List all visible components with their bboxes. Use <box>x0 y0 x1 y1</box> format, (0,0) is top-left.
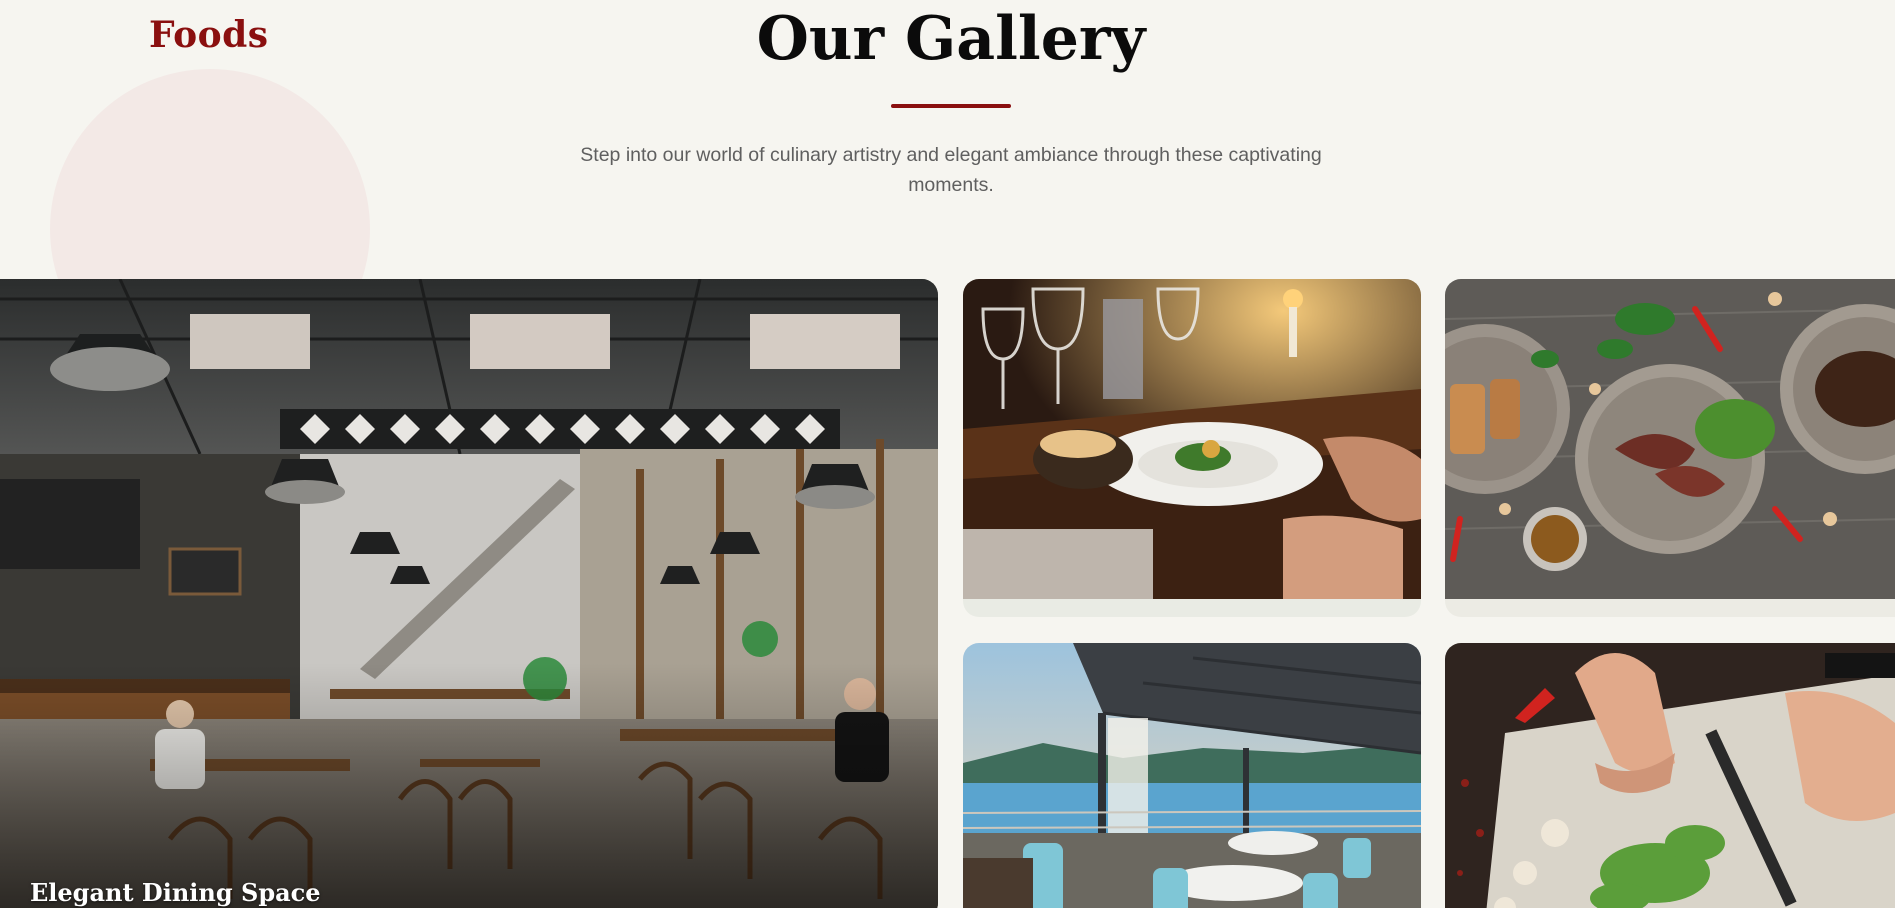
title-underline <box>891 104 1011 108</box>
page-subtitle: Step into our world of culinary artistry… <box>580 144 1322 196</box>
fine-dining-image <box>963 279 1421 599</box>
gallery-item-fine-dining[interactable] <box>963 279 1421 617</box>
restaurant-interior-image <box>0 279 938 908</box>
plated-dishes-image <box>1445 279 1895 599</box>
lakeside-terrace-image <box>963 643 1421 908</box>
gallery-item-plated-dishes[interactable] <box>1445 279 1895 617</box>
gallery-page: Foods Our Gallery Step into our world of… <box>0 0 1895 908</box>
gallery-caption: Elegant Dining Space <box>30 878 321 907</box>
chef-chopping-image <box>1445 643 1895 908</box>
gallery-item-chef-chopping[interactable] <box>1445 643 1895 908</box>
gallery-item-lakeside-terrace[interactable] <box>963 643 1421 908</box>
page-title: Our Gallery <box>756 4 1146 74</box>
gallery-item-restaurant-interior[interactable] <box>0 279 938 908</box>
